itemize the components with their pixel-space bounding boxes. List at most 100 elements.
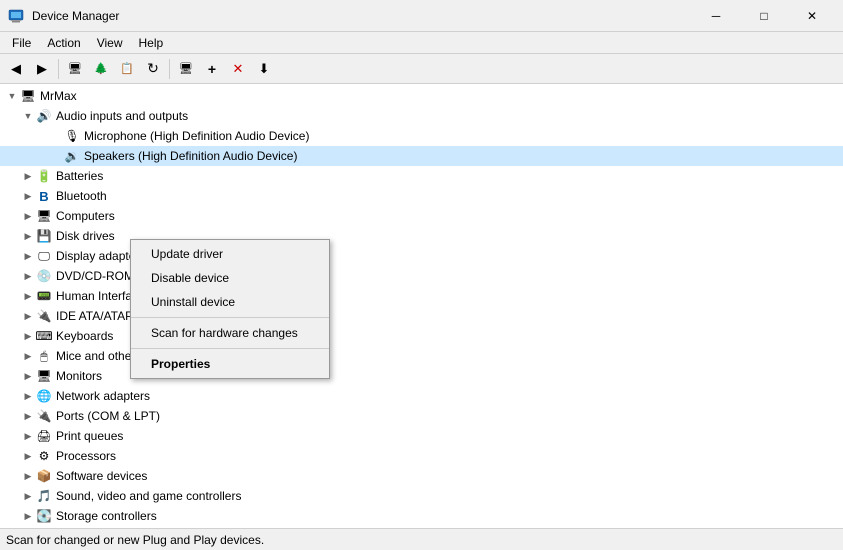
maximize-button[interactable]: □ bbox=[741, 0, 787, 32]
tree-item-ide[interactable]: ▶ 🔌 IDE ATA/ATAPI controllers bbox=[0, 306, 843, 326]
mic-icon: 🎙 bbox=[64, 128, 80, 144]
monitors-expand-icon: ▶ bbox=[20, 368, 36, 384]
refresh-button[interactable]: ↻ bbox=[141, 57, 165, 81]
tree-item-computers[interactable]: ▶ 🖥 Computers bbox=[0, 206, 843, 226]
root-expand-icon: ▼ bbox=[4, 88, 20, 104]
software-label: Software devices bbox=[56, 469, 147, 483]
audio-label: Audio inputs and outputs bbox=[56, 109, 188, 123]
context-menu: Update driver Disable device Uninstall d… bbox=[130, 239, 330, 379]
tree-item-bluetooth[interactable]: ▶ B Bluetooth bbox=[0, 186, 843, 206]
print-label: Print queues bbox=[56, 429, 123, 443]
tree-item-print[interactable]: ▶ 🖨 Print queues bbox=[0, 426, 843, 446]
menu-file[interactable]: File bbox=[4, 34, 39, 52]
device-tree[interactable]: ▼ 🖥 MrMax ▼ 🔊 Audio inputs and outputs 🎙… bbox=[0, 84, 843, 528]
ports-icon: 🔌 bbox=[36, 408, 52, 424]
speakers-expand-placeholder bbox=[48, 148, 64, 164]
ide-expand-icon: ▶ bbox=[20, 308, 36, 324]
tree-item-keyboards[interactable]: ▶ ⌨ Keyboards bbox=[0, 326, 843, 346]
processors-icon: ⚙ bbox=[36, 448, 52, 464]
display-icon: 🖵 bbox=[36, 248, 52, 264]
audio-icon: 🔊 bbox=[36, 108, 52, 124]
root-label: MrMax bbox=[40, 89, 77, 103]
mice-icon: 🖱 bbox=[36, 348, 52, 364]
tree-item-software[interactable]: ▶ 📦 Software devices bbox=[0, 466, 843, 486]
ctx-properties[interactable]: Properties bbox=[131, 352, 329, 376]
ctx-update-driver[interactable]: Update driver bbox=[131, 242, 329, 266]
tree-item-speakers[interactable]: 🔉 Speakers (High Definition Audio Device… bbox=[0, 146, 843, 166]
storage-expand-icon: ▶ bbox=[20, 508, 36, 524]
ctx-scan-hardware[interactable]: Scan for hardware changes bbox=[131, 321, 329, 345]
main-content: ▼ 🖥 MrMax ▼ 🔊 Audio inputs and outputs 🎙… bbox=[0, 84, 843, 528]
ctx-uninstall-device[interactable]: Uninstall device bbox=[131, 290, 329, 314]
keyboards-label: Keyboards bbox=[56, 329, 113, 343]
human-expand-icon: ▶ bbox=[20, 288, 36, 304]
tree-item-processors[interactable]: ▶ ⚙ Processors bbox=[0, 446, 843, 466]
menu-action[interactable]: Action bbox=[39, 34, 88, 52]
batteries-label: Batteries bbox=[56, 169, 103, 183]
print-expand-icon: ▶ bbox=[20, 428, 36, 444]
remove-button[interactable]: ✕ bbox=[226, 57, 250, 81]
sound-label: Sound, video and game controllers bbox=[56, 489, 241, 503]
dvd-expand-icon: ▶ bbox=[20, 268, 36, 284]
ctx-sep-1 bbox=[131, 317, 329, 318]
storage-icon: 💽 bbox=[36, 508, 52, 524]
network-label: Network adapters bbox=[56, 389, 150, 403]
microphone-label: Microphone (High Definition Audio Device… bbox=[84, 129, 309, 143]
tree-item-system[interactable]: ▶ 🖥 System devices bbox=[0, 526, 843, 528]
bluetooth-expand-icon: ▶ bbox=[20, 188, 36, 204]
ctx-disable-device[interactable]: Disable device bbox=[131, 266, 329, 290]
window-title: Device Manager bbox=[32, 9, 693, 23]
dvd-icon: 💿 bbox=[36, 268, 52, 284]
tree-item-display[interactable]: ▶ 🖵 Display adapters bbox=[0, 246, 843, 266]
audio-expand-icon: ▼ bbox=[20, 108, 36, 124]
network-icon: 🌐 bbox=[36, 388, 52, 404]
tree-item-ports[interactable]: ▶ 🔌 Ports (COM & LPT) bbox=[0, 406, 843, 426]
properties-button[interactable]: 📋 bbox=[115, 57, 139, 81]
bluetooth-icon: B bbox=[36, 188, 52, 204]
forward-button[interactable]: ▶ bbox=[30, 57, 54, 81]
monitors-label: Monitors bbox=[56, 369, 102, 383]
download-button[interactable]: ⬇ bbox=[252, 57, 276, 81]
tree-item-network[interactable]: ▶ 🌐 Network adapters bbox=[0, 386, 843, 406]
status-text: Scan for changed or new Plug and Play de… bbox=[6, 533, 264, 547]
storage-label: Storage controllers bbox=[56, 509, 157, 523]
tree-item-batteries[interactable]: ▶ 🔋 Batteries bbox=[0, 166, 843, 186]
minimize-button[interactable]: ─ bbox=[693, 0, 739, 32]
status-bar: Scan for changed or new Plug and Play de… bbox=[0, 528, 843, 550]
tree-item-human[interactable]: ▶ 📟 Human Interface Devices bbox=[0, 286, 843, 306]
software-expand-icon: ▶ bbox=[20, 468, 36, 484]
tree-item-sound[interactable]: ▶ 🎵 Sound, video and game controllers bbox=[0, 486, 843, 506]
back-button[interactable]: ◀ bbox=[4, 57, 28, 81]
tree-item-audio[interactable]: ▼ 🔊 Audio inputs and outputs bbox=[0, 106, 843, 126]
tree-item-microphone[interactable]: 🎙 Microphone (High Definition Audio Devi… bbox=[0, 126, 843, 146]
processors-expand-icon: ▶ bbox=[20, 448, 36, 464]
app-icon bbox=[8, 8, 24, 24]
menu-help[interactable]: Help bbox=[131, 34, 172, 52]
ctx-sep-2 bbox=[131, 348, 329, 349]
tree-item-monitors[interactable]: ▶ 🖥 Monitors bbox=[0, 366, 843, 386]
sound-icon: 🎵 bbox=[36, 488, 52, 504]
computers-expand-icon: ▶ bbox=[20, 208, 36, 224]
display-expand-icon: ▶ bbox=[20, 248, 36, 264]
toolbar-sep-1 bbox=[58, 59, 59, 79]
keyboards-icon: ⌨ bbox=[36, 328, 52, 344]
tree-item-storage[interactable]: ▶ 💽 Storage controllers bbox=[0, 506, 843, 526]
close-button[interactable]: ✕ bbox=[789, 0, 835, 32]
tree-item-mice[interactable]: ▶ 🖱 Mice and other pointing devices bbox=[0, 346, 843, 366]
tree-item-dvd[interactable]: ▶ 💿 DVD/CD-ROM drives bbox=[0, 266, 843, 286]
tree-root[interactable]: ▼ 🖥 MrMax bbox=[0, 86, 843, 106]
computer-button[interactable]: 🖥 bbox=[63, 57, 87, 81]
tree-view-button[interactable]: 🌲 bbox=[89, 57, 113, 81]
add-button[interactable]: + bbox=[200, 57, 224, 81]
mic-expand-placeholder bbox=[48, 128, 64, 144]
batteries-icon: 🔋 bbox=[36, 168, 52, 184]
software-icon: 📦 bbox=[36, 468, 52, 484]
tree-item-disk[interactable]: ▶ 💾 Disk drives bbox=[0, 226, 843, 246]
computers-icon: 🖥 bbox=[36, 208, 52, 224]
network-expand-icon: ▶ bbox=[20, 388, 36, 404]
monitor-button[interactable]: 🖥 bbox=[174, 57, 198, 81]
disk-expand-icon: ▶ bbox=[20, 228, 36, 244]
computers-label: Computers bbox=[56, 209, 115, 223]
menu-view[interactable]: View bbox=[89, 34, 131, 52]
ide-icon: 🔌 bbox=[36, 308, 52, 324]
